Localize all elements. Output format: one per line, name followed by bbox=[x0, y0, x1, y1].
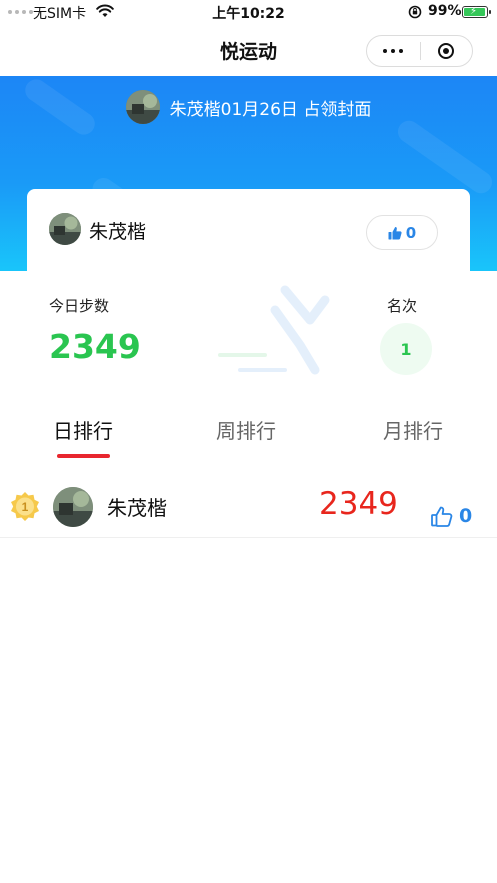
today-steps-value: 2349 bbox=[49, 327, 141, 366]
user-name: 朱茂楷 bbox=[89, 221, 147, 243]
tab-daily-ranking[interactable]: 日排行 bbox=[53, 415, 113, 444]
hero-decoration bbox=[393, 116, 497, 198]
ranking-like-count: 0 bbox=[459, 505, 473, 527]
avatar[interactable] bbox=[125, 90, 160, 124]
active-tab-indicator bbox=[57, 454, 110, 458]
avatar[interactable] bbox=[53, 487, 93, 527]
list-item[interactable]: 1 朱茂楷 2349 0 bbox=[0, 474, 497, 538]
runner-watermark-icon bbox=[218, 285, 330, 375]
tab-monthly-ranking[interactable]: 月排行 bbox=[383, 415, 443, 444]
medal-rank-text: 1 bbox=[22, 500, 29, 514]
thumbs-up-icon[interactable] bbox=[431, 506, 453, 527]
tab-weekly-ranking[interactable]: 周排行 bbox=[216, 415, 276, 444]
rank-label: 名次 bbox=[387, 297, 418, 315]
thumbs-up-icon bbox=[388, 226, 402, 239]
charging-bolt-icon: ⚡ bbox=[470, 6, 478, 17]
more-dots-icon[interactable] bbox=[367, 36, 420, 66]
ranking-user-name: 朱茂楷 bbox=[107, 496, 167, 520]
user-card: 朱茂楷 0 bbox=[27, 189, 470, 271]
like-count: 0 bbox=[405, 223, 417, 242]
rank-value: 1 bbox=[400, 339, 412, 359]
navigation-bar: 悦运动 bbox=[0, 24, 497, 76]
status-time: 上午10:22 bbox=[212, 6, 285, 22]
gold-medal-icon: 1 bbox=[11, 492, 39, 521]
battery-icon: ⚡ bbox=[462, 6, 491, 18]
cover-owner-row: 朱茂楷01月26日 占领封面 bbox=[0, 90, 497, 124]
rank-badge: 1 bbox=[380, 323, 432, 375]
orientation-lock-icon bbox=[408, 5, 422, 19]
battery-percent: 99% bbox=[428, 3, 462, 19]
status-bar: 无SIM卡 上午10:22 99% ⚡ bbox=[0, 0, 497, 24]
ranking-steps: 2349 bbox=[319, 486, 398, 522]
cover-owner-text: 朱茂楷01月26日 占领封面 bbox=[169, 99, 372, 120]
avatar[interactable] bbox=[49, 213, 81, 245]
close-target-icon[interactable] bbox=[420, 36, 472, 66]
miniprogram-capsule bbox=[366, 35, 473, 67]
today-steps-label: 今日步数 bbox=[49, 297, 110, 315]
like-button[interactable]: 0 bbox=[366, 215, 438, 250]
